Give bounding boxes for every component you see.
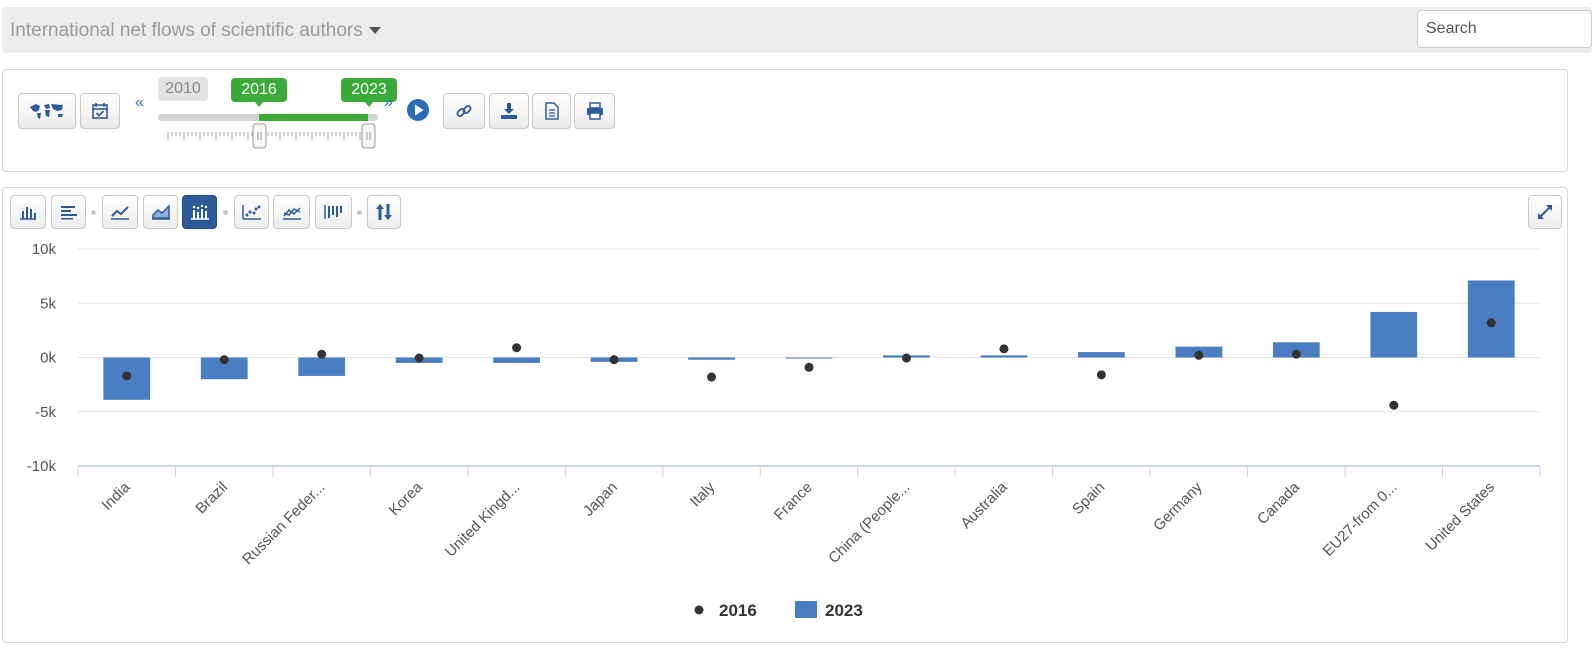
y-tick-label: 0k	[40, 350, 56, 367]
x-tick-label: Japan	[580, 479, 621, 520]
legend-marker-2016[interactable]	[694, 605, 704, 615]
x-tick-label: EU27-from 0...	[1320, 479, 1401, 560]
point-2016[interactable]	[901, 353, 911, 363]
legend-marker-2023[interactable]	[795, 601, 817, 618]
x-tick-label: China (People...	[825, 479, 913, 567]
x-tick-label: United Kingd...	[442, 479, 524, 561]
bar-2023[interactable]	[1078, 352, 1125, 358]
point-2016[interactable]	[1194, 350, 1204, 360]
point-2016[interactable]	[219, 355, 229, 365]
point-2016[interactable]	[1096, 370, 1106, 380]
y-tick-label: -10k	[27, 458, 57, 475]
y-tick-label: 5k	[40, 295, 56, 312]
legend-label-2023[interactable]: 2023	[825, 601, 863, 620]
x-tick-label: Korea	[386, 478, 427, 519]
point-2016[interactable]	[1486, 318, 1496, 328]
net-flows-chart: 10k 5k 0k -5k -10k India Brazil Russian Feder.…	[27, 241, 1541, 620]
point-2016[interactable]	[999, 344, 1009, 354]
bar-2023[interactable]	[688, 357, 735, 360]
x-tick-label: United States	[1422, 479, 1498, 555]
x-tick-label: France	[771, 479, 816, 524]
bar-2023[interactable]	[493, 357, 540, 363]
point-2016[interactable]	[414, 353, 424, 363]
point-2016[interactable]	[1389, 400, 1399, 410]
point-2016[interactable]	[804, 362, 814, 372]
x-tick-label: India	[99, 478, 134, 513]
x-tick-label: Italy	[687, 478, 719, 510]
bar-2023[interactable]	[1370, 311, 1418, 358]
x-tick-label: Russian Feder...	[239, 479, 328, 568]
legend-label-2016[interactable]: 2016	[719, 601, 757, 620]
bar-2023[interactable]	[785, 357, 833, 359]
point-2016[interactable]	[317, 349, 327, 359]
point-2016[interactable]	[1291, 349, 1301, 359]
x-tick-label: Brazil	[192, 479, 231, 518]
x-tick-label: Australia	[957, 478, 1011, 532]
point-2016[interactable]	[122, 371, 132, 381]
x-tick-label: Germany	[1150, 478, 1206, 534]
point-2016[interactable]	[707, 372, 717, 382]
y-tick-label: 10k	[32, 241, 57, 258]
bar-2023[interactable]	[298, 357, 346, 376]
point-2016[interactable]	[609, 355, 619, 365]
x-tick-label: Spain	[1069, 479, 1108, 518]
y-tick-label: -5k	[35, 404, 56, 421]
bar-2023[interactable]	[980, 355, 1028, 358]
point-2016[interactable]	[512, 343, 522, 353]
x-tick-label: Canada	[1254, 478, 1304, 528]
